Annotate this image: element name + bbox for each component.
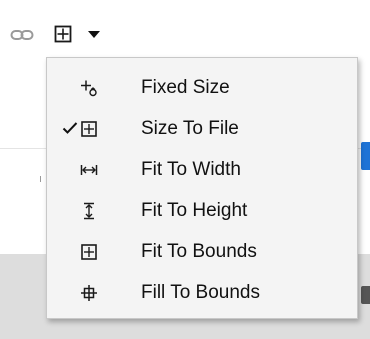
menu-item-size-to-file[interactable]: Size To File bbox=[47, 113, 357, 145]
link-button[interactable] bbox=[10, 26, 34, 44]
fit-to-width-icon bbox=[80, 161, 98, 179]
size-mode-button[interactable] bbox=[52, 23, 74, 45]
menu-item-label: Fit To Height bbox=[141, 200, 248, 221]
size-to-file-icon bbox=[54, 25, 72, 43]
menu-item-label: Size To File bbox=[141, 118, 239, 139]
size-mode-dropdown-button[interactable] bbox=[84, 26, 104, 44]
menu-item-fit-to-width[interactable]: Fit To Width bbox=[47, 154, 357, 186]
fit-to-height-icon bbox=[80, 202, 98, 220]
background-accent-tab bbox=[361, 142, 370, 170]
menu-item-fit-to-bounds[interactable]: Fit To Bounds bbox=[47, 236, 357, 268]
fit-to-bounds-icon bbox=[80, 243, 98, 261]
menu-item-fixed-size[interactable]: Fixed Size bbox=[47, 72, 357, 104]
checkmark-icon bbox=[62, 120, 78, 136]
link-icon bbox=[10, 28, 34, 42]
fixed-size-icon bbox=[80, 79, 98, 97]
menu-item-label: Fit To Bounds bbox=[141, 241, 257, 262]
toolbar bbox=[0, 20, 140, 50]
dropdown-arrow-icon bbox=[88, 31, 100, 39]
size-to-file-icon bbox=[80, 120, 98, 138]
menu-item-fill-to-bounds[interactable]: Fill To Bounds bbox=[47, 277, 357, 309]
menu-item-label: Fit To Width bbox=[141, 159, 241, 180]
background-handle[interactable] bbox=[361, 286, 370, 304]
menu-item-label: Fixed Size bbox=[141, 77, 230, 98]
menu-item-label: Fill To Bounds bbox=[141, 282, 260, 303]
fill-to-bounds-icon bbox=[80, 284, 98, 302]
menu-item-fit-to-height[interactable]: Fit To Height bbox=[47, 195, 357, 227]
size-mode-menu: Fixed Size Size To File Fit To Width Fit… bbox=[46, 57, 358, 319]
